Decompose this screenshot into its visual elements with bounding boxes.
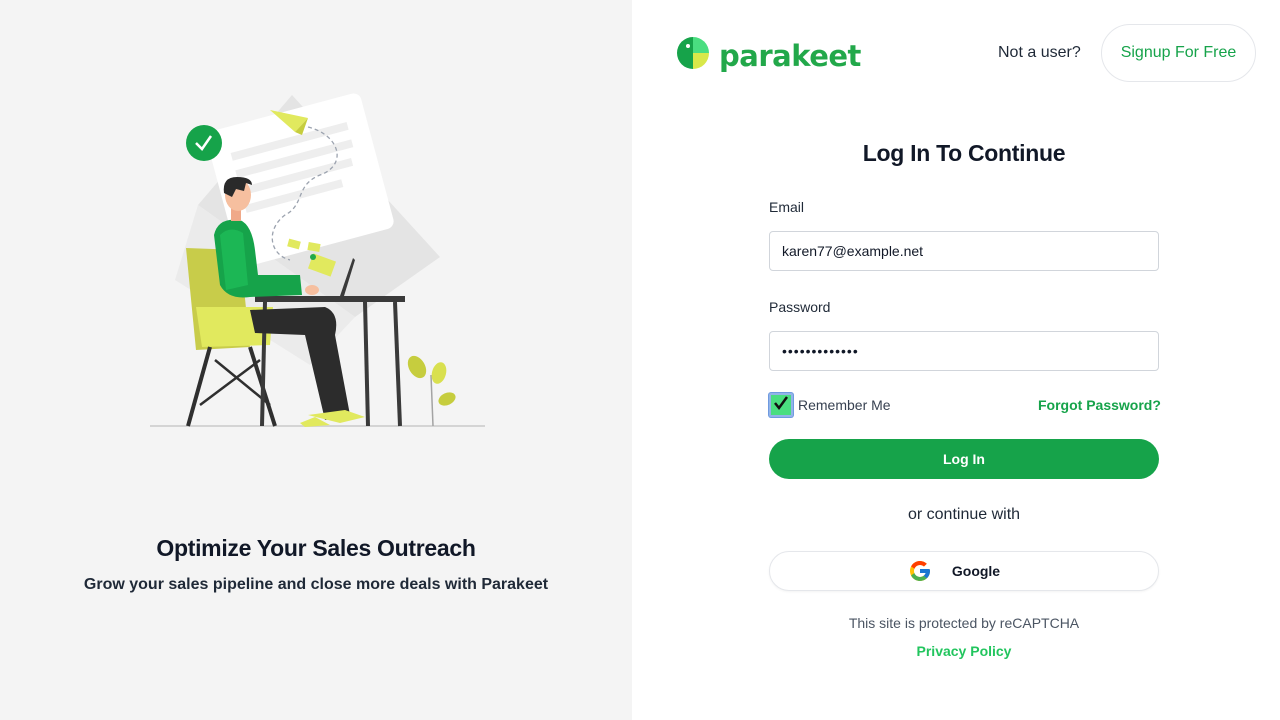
remember-me: Remember Me bbox=[769, 393, 891, 417]
brand-name: parakeet bbox=[719, 38, 861, 73]
email-label: Email bbox=[769, 199, 805, 215]
not-user-text: Not a user? bbox=[998, 44, 1081, 61]
signup-button[interactable]: Signup For Free bbox=[1101, 24, 1256, 82]
login-button[interactable]: Log In bbox=[769, 439, 1159, 479]
forgot-password-link[interactable]: Forgot Password? bbox=[1038, 397, 1161, 413]
right-panel: parakeet Not a user? Signup For Free Log… bbox=[632, 0, 1280, 720]
or-continue-text: or continue with bbox=[907, 506, 1021, 523]
left-panel: Optimize Your Sales Outreach Grow your s… bbox=[0, 0, 632, 720]
password-field[interactable] bbox=[769, 331, 1159, 371]
person-at-laptop-illustration bbox=[140, 85, 490, 435]
check-icon bbox=[773, 395, 789, 416]
google-icon bbox=[908, 559, 932, 583]
password-label: Password bbox=[769, 299, 831, 315]
privacy-policy-link[interactable]: Privacy Policy bbox=[632, 643, 1280, 659]
recaptcha-text: This site is protected by reCAPTCHA bbox=[848, 615, 1080, 631]
form-title: Log In To Continue bbox=[862, 140, 1066, 166]
brand-logo[interactable]: parakeet bbox=[676, 36, 861, 75]
email-field[interactable] bbox=[769, 231, 1159, 271]
parakeet-logo-icon bbox=[676, 36, 710, 75]
google-button-label: Google bbox=[951, 563, 1001, 579]
hero-title: Optimize Your Sales Outreach bbox=[156, 535, 476, 561]
google-login-button[interactable]: Google bbox=[769, 551, 1159, 591]
remember-me-label: Remember Me bbox=[798, 397, 891, 413]
hero-subtitle: Grow your sales pipeline and close more … bbox=[83, 576, 549, 593]
remember-me-checkbox[interactable] bbox=[769, 393, 793, 417]
